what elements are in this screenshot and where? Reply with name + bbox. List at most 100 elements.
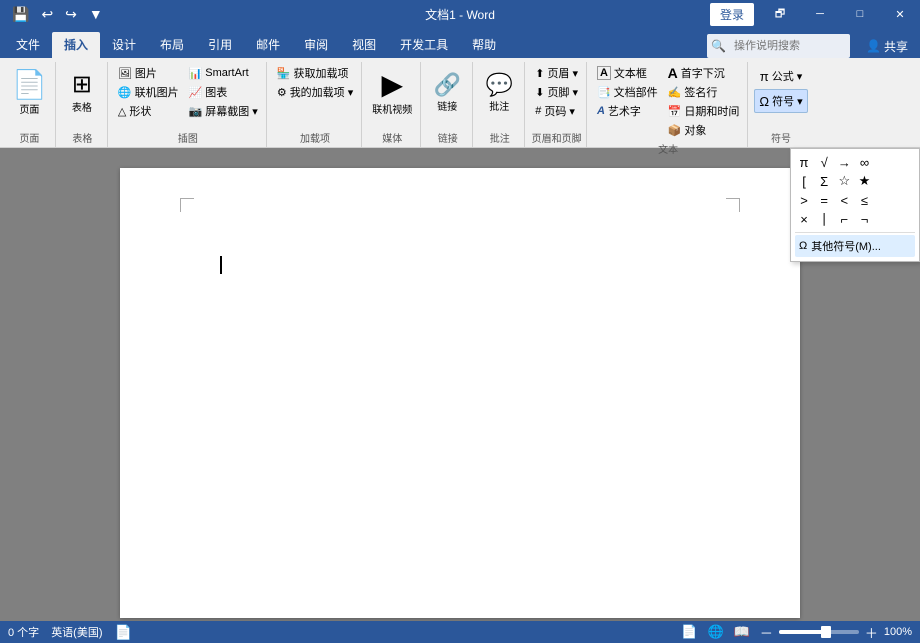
chart-button[interactable]: 📈 图表 xyxy=(185,83,262,101)
print-view-button[interactable]: 📄 xyxy=(679,624,699,640)
page-button[interactable]: 📄 页面 xyxy=(8,64,51,122)
symbol-eq[interactable]: = xyxy=(815,191,833,209)
customize-quick-btn[interactable]: ▼ xyxy=(85,0,107,28)
tab-file[interactable]: 文件 xyxy=(4,32,52,58)
tab-mailings[interactable]: 邮件 xyxy=(244,32,292,58)
zoom-in-button[interactable]: ＋ xyxy=(863,623,880,642)
more-symbols-label: 其他符号(M)... xyxy=(811,238,881,254)
share-label: 共享 xyxy=(884,38,908,55)
illustrations-group-label: 插图 xyxy=(114,128,262,147)
online-picture-button[interactable]: 🌐 联机图片 xyxy=(114,83,183,101)
read-view-button[interactable]: 📖 xyxy=(732,624,752,640)
illustrations-cols: 🖼 图片 🌐 联机图片 △ 形状 📊 SmartArt xyxy=(114,64,262,120)
formula-label: 公式 xyxy=(772,68,794,84)
document-page[interactable] xyxy=(120,168,800,618)
comment-button[interactable]: 💬 批注 xyxy=(479,64,519,122)
restore-button[interactable]: 🗗 xyxy=(760,0,800,28)
formula-button[interactable]: π 公式 ▾ xyxy=(754,64,807,88)
symbol-not2[interactable]: ¬ xyxy=(855,210,873,228)
symbol-infinity[interactable]: ∞ xyxy=(855,153,873,171)
help-search-input[interactable] xyxy=(726,35,846,57)
more-symbols-button[interactable]: Ω 其他符号(M)... xyxy=(795,235,915,257)
screenshot-label: 屏幕截图 xyxy=(205,103,249,119)
document-area xyxy=(0,148,920,621)
signature-button[interactable]: ✍ 签名行 xyxy=(664,83,744,101)
symbol-pi[interactable]: π xyxy=(795,153,813,171)
media-buttons: ▶ 联机视频 xyxy=(368,64,416,128)
pagenum-button[interactable]: # 页码 ▾ xyxy=(531,102,582,120)
login-button[interactable]: 登录 xyxy=(710,3,754,26)
pagenum-icon: # xyxy=(535,105,541,117)
zoom-slider[interactable] xyxy=(779,630,859,634)
smartart-button[interactable]: 📊 SmartArt xyxy=(185,64,262,82)
symbol-star-filled[interactable]: ★ xyxy=(855,172,873,190)
my-addins-button[interactable]: ⚙ 我的加载项 ▾ xyxy=(273,83,357,101)
symbol-sigma[interactable]: Σ xyxy=(815,172,833,190)
get-addins-button[interactable]: 🏪 获取加载项 xyxy=(273,64,357,82)
textbox-icon: A xyxy=(597,66,611,80)
symbol-times[interactable]: × xyxy=(795,210,813,228)
symbol-star-outline[interactable]: ☆ xyxy=(835,172,853,190)
tab-layout[interactable]: 布局 xyxy=(148,32,196,58)
undo-quick-btn[interactable]: ↩ xyxy=(37,0,57,28)
zoom-bar: － ＋ 100% xyxy=(758,623,912,642)
docparts-icon: 📑 xyxy=(597,86,611,99)
tab-help[interactable]: 帮助 xyxy=(460,32,508,58)
addins-group-label: 加载项 xyxy=(273,128,357,147)
maximize-button[interactable]: □ xyxy=(840,0,880,28)
close-button[interactable]: ✕ xyxy=(880,0,920,28)
omega-more-icon: Ω xyxy=(799,240,807,252)
online-video-button[interactable]: ▶ 联机视频 xyxy=(368,64,416,122)
picture-button[interactable]: 🖼 图片 xyxy=(114,64,183,82)
table-button[interactable]: ⊞ 表格 xyxy=(62,64,102,122)
symbol-empty3 xyxy=(876,172,894,190)
symbol-empty4 xyxy=(896,172,914,190)
header-button[interactable]: ⬆ 页眉 ▾ xyxy=(531,64,582,82)
symbol-leq[interactable]: ≤ xyxy=(855,191,873,209)
symbol-not1[interactable]: ⌐ xyxy=(835,210,853,228)
symbol-button[interactable]: Ω 符号 ▾ xyxy=(754,89,807,113)
link-button[interactable]: 🔗 链接 xyxy=(427,64,467,122)
ribbon-group-comments: 💬 批注 批注 xyxy=(475,62,525,147)
tab-review[interactable]: 审阅 xyxy=(292,32,340,58)
symbol-sqrt[interactable]: √ xyxy=(815,153,833,171)
text-group-label: 文本 xyxy=(593,139,743,158)
status-bar: 0 个字 英语(美国) 📄 📄 🌐 📖 － ＋ 100% xyxy=(0,621,920,643)
my-addins-icon: ⚙ xyxy=(277,86,287,99)
headerfooter-col: ⬆ 页眉 ▾ ⬇ 页脚 ▾ # 页码 ▾ xyxy=(531,64,582,120)
tab-view[interactable]: 视图 xyxy=(340,32,388,58)
symbol-gt[interactable]: > xyxy=(795,191,813,209)
screenshot-button[interactable]: 📷 屏幕截图 ▾ xyxy=(185,102,262,120)
minimize-button[interactable]: ─ xyxy=(800,0,840,28)
symbol-lt[interactable]: < xyxy=(835,191,853,209)
get-addins-icon: 🏪 xyxy=(277,67,291,80)
page-indicator-icon: 📄 xyxy=(115,624,132,641)
datetime-button[interactable]: 📅 日期和时间 xyxy=(664,102,744,120)
docparts-button[interactable]: 📑 文档部件 xyxy=(593,83,662,101)
table-label: 表格 xyxy=(72,99,92,114)
media-group-label: 媒体 xyxy=(368,128,416,147)
dropcap-button[interactable]: A 首字下沉 xyxy=(664,64,744,82)
web-view-button[interactable]: 🌐 xyxy=(705,624,725,640)
ribbon-group-pages: 📄 页面 页面 xyxy=(4,62,56,147)
symbol-arrow[interactable]: → xyxy=(835,153,853,171)
wordart-button[interactable]: A 艺术字 xyxy=(593,102,662,120)
symbol-bracket[interactable]: [ xyxy=(795,172,813,190)
object-button[interactable]: 📦 对象 xyxy=(664,121,744,139)
tab-references[interactable]: 引用 xyxy=(196,32,244,58)
zoom-out-button[interactable]: － xyxy=(758,623,775,642)
footer-button[interactable]: ⬇ 页脚 ▾ xyxy=(531,83,582,101)
save-quick-btn[interactable]: 💾 xyxy=(8,0,33,28)
redo-quick-btn[interactable]: ↪ xyxy=(61,0,81,28)
link-label: 链接 xyxy=(437,98,457,113)
tab-insert[interactable]: 插入 xyxy=(52,32,100,58)
tab-design[interactable]: 设计 xyxy=(100,32,148,58)
shapes-button[interactable]: △ 形状 xyxy=(114,102,183,120)
pagenum-label: 页码 xyxy=(544,103,566,119)
symbol-pipe[interactable]: ∣ xyxy=(815,210,833,228)
tab-developer[interactable]: 开发工具 xyxy=(388,32,460,58)
ribbon-group-headerfooter: ⬆ 页眉 ▾ ⬇ 页脚 ▾ # 页码 ▾ 页眉和页脚 xyxy=(527,62,587,147)
textbox-button[interactable]: A 文本框 xyxy=(593,64,662,82)
page-label: 页面 xyxy=(19,101,39,116)
share-button[interactable]: 👤 共享 xyxy=(858,36,916,57)
